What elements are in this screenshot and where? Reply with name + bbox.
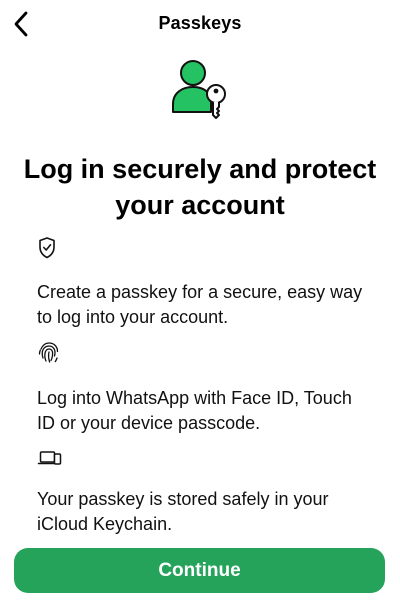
navigation-bar: Passkeys (0, 0, 400, 48)
fingerprint-icon (38, 342, 59, 363)
devices-icon (37, 451, 62, 465)
continue-button[interactable]: Continue (14, 548, 385, 593)
feature-text-create-passkey: Create a passkey for a secure, easy way … (37, 282, 363, 327)
headline: Log in securely and protect your account (23, 154, 377, 220)
user-key-icon (172, 60, 226, 119)
shield-check-icon (39, 237, 55, 259)
feature-text-icloud-keychain: Your passkey is stored safely in your iC… (37, 489, 329, 534)
feature-text-face-id: Log into WhatsApp with Face ID, Touch ID… (37, 388, 352, 433)
page-title: Passkeys (158, 13, 242, 33)
